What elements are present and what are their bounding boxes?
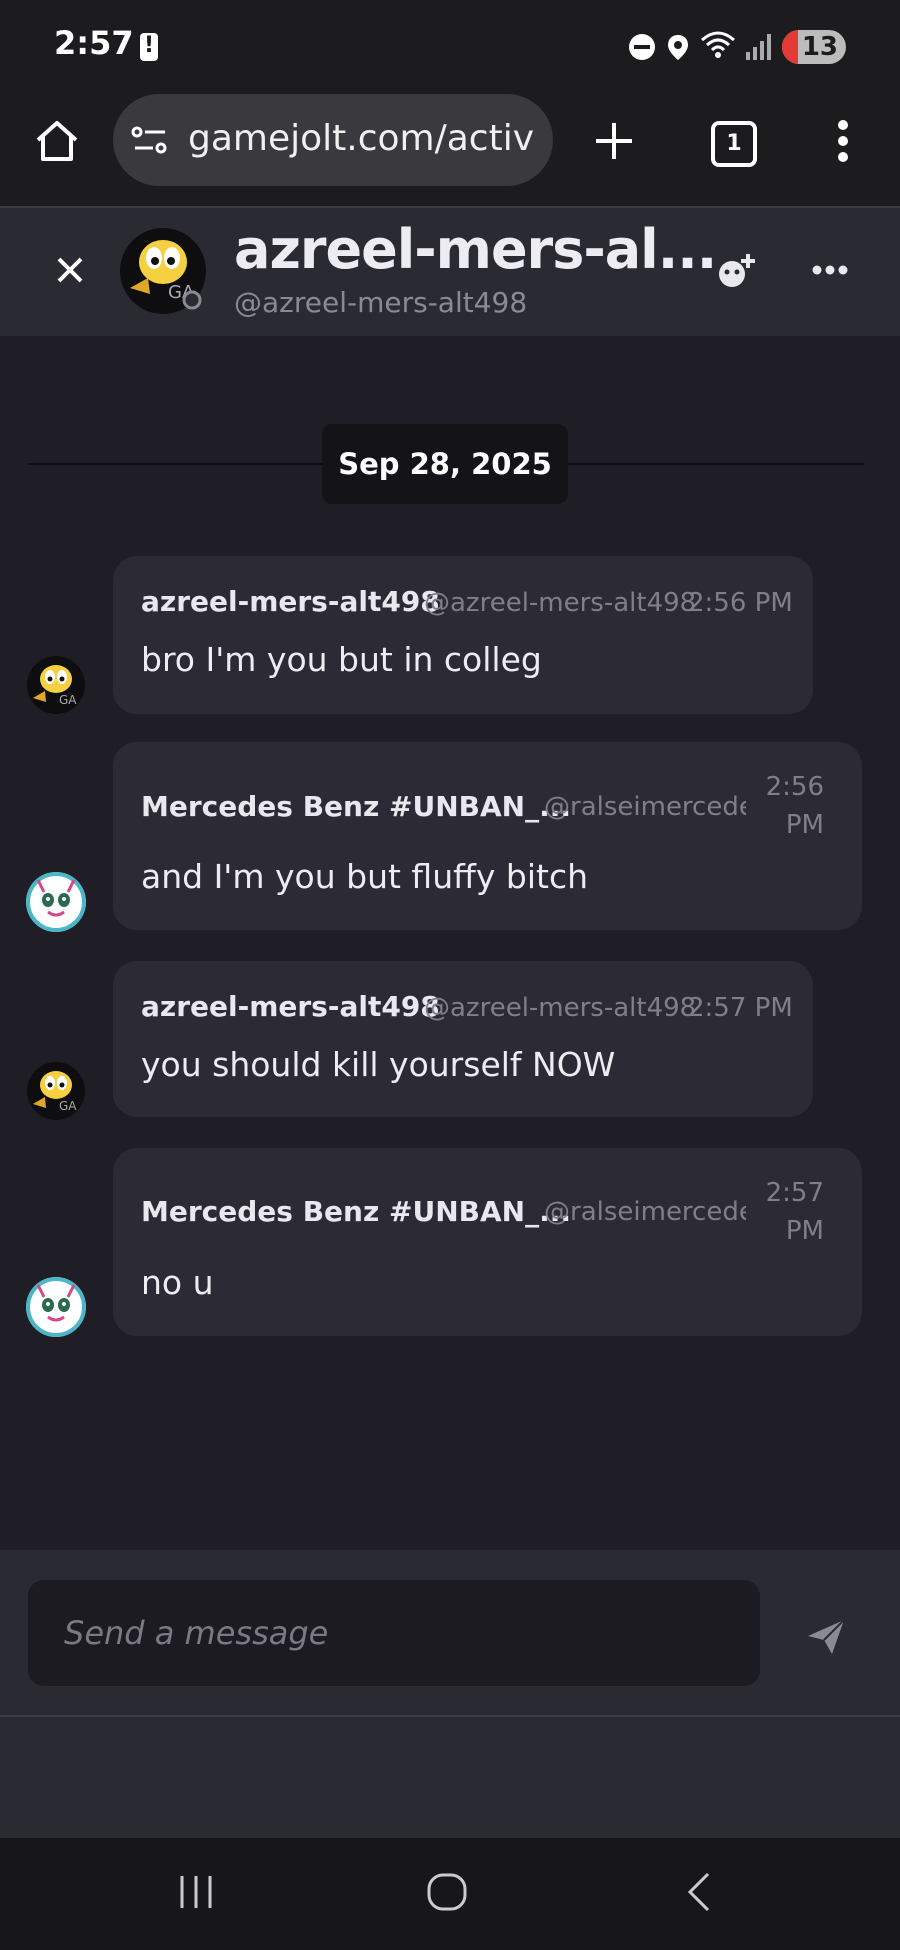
avatar[interactable] — [26, 872, 86, 932]
add-friend-icon[interactable] — [716, 250, 758, 292]
home-nav-icon[interactable] — [426, 1872, 468, 1912]
message-handle[interactable]: @ralseimercede... — [544, 792, 746, 822]
new-tab-icon[interactable] — [594, 121, 634, 161]
tabs-button[interactable]: 1 — [711, 121, 757, 167]
message-author[interactable]: azreel-mers-alt498 — [141, 990, 440, 1023]
battery-level: 13 — [782, 30, 846, 64]
do-not-disturb-icon — [629, 34, 655, 60]
message-bubble[interactable] — [113, 961, 813, 1117]
message-handle[interactable]: @ralseimercede... — [544, 1197, 746, 1227]
message-author[interactable]: Mercedes Benz #UNBAN_... — [141, 790, 571, 823]
send-icon[interactable] — [806, 1618, 846, 1656]
message-handle[interactable]: @azreel-mers-alt498 — [424, 993, 696, 1023]
more-options-icon[interactable] — [812, 264, 848, 276]
svg-text:GA: GA — [59, 1099, 77, 1113]
battery-alert-icon — [140, 32, 158, 61]
signal-icon — [746, 34, 771, 60]
chat-handle: @azreel-mers-alt498 — [234, 286, 528, 319]
message-time: 2:57 PM — [688, 993, 793, 1023]
avatar[interactable]: GA — [27, 1062, 85, 1120]
avatar[interactable]: GA — [27, 656, 85, 714]
close-icon[interactable] — [56, 256, 84, 284]
message-author[interactable]: azreel-mers-alt498 — [141, 585, 440, 618]
message-time: 2:56 PM — [765, 772, 824, 840]
status-time: 2:57 — [54, 24, 134, 62]
url-text[interactable]: gamejolt.com/activity — [188, 118, 533, 159]
svg-text:GA: GA — [59, 693, 77, 707]
date-divider: Sep 28, 2025 — [322, 424, 568, 504]
message-text: no u — [141, 1263, 214, 1302]
location-icon — [668, 35, 688, 60]
recent-apps-icon[interactable] — [178, 1874, 214, 1910]
composer-footer — [0, 1717, 900, 1839]
message-text: bro I'm you but in colleg — [141, 640, 542, 679]
avatar[interactable] — [26, 1277, 86, 1337]
wifi-icon — [701, 31, 735, 58]
message-text: you should kill yourself NOW — [141, 1045, 616, 1084]
site-settings-icon[interactable] — [131, 124, 169, 158]
message-bubble[interactable] — [113, 556, 813, 714]
home-icon[interactable] — [34, 118, 80, 164]
message-author[interactable]: Mercedes Benz #UNBAN_... — [141, 1195, 571, 1228]
message-time: 2:56 PM — [688, 588, 793, 618]
back-icon[interactable] — [686, 1872, 712, 1912]
status-indicator — [182, 290, 202, 310]
message-time: 2:57 PM — [765, 1178, 824, 1246]
message-input[interactable] — [28, 1580, 760, 1686]
chat-title: azreel-mers-al... — [234, 218, 717, 281]
message-text: and I'm you but fluffy bitch — [141, 857, 588, 896]
menu-icon[interactable] — [836, 119, 850, 163]
message-handle[interactable]: @azreel-mers-alt498 — [424, 588, 696, 618]
